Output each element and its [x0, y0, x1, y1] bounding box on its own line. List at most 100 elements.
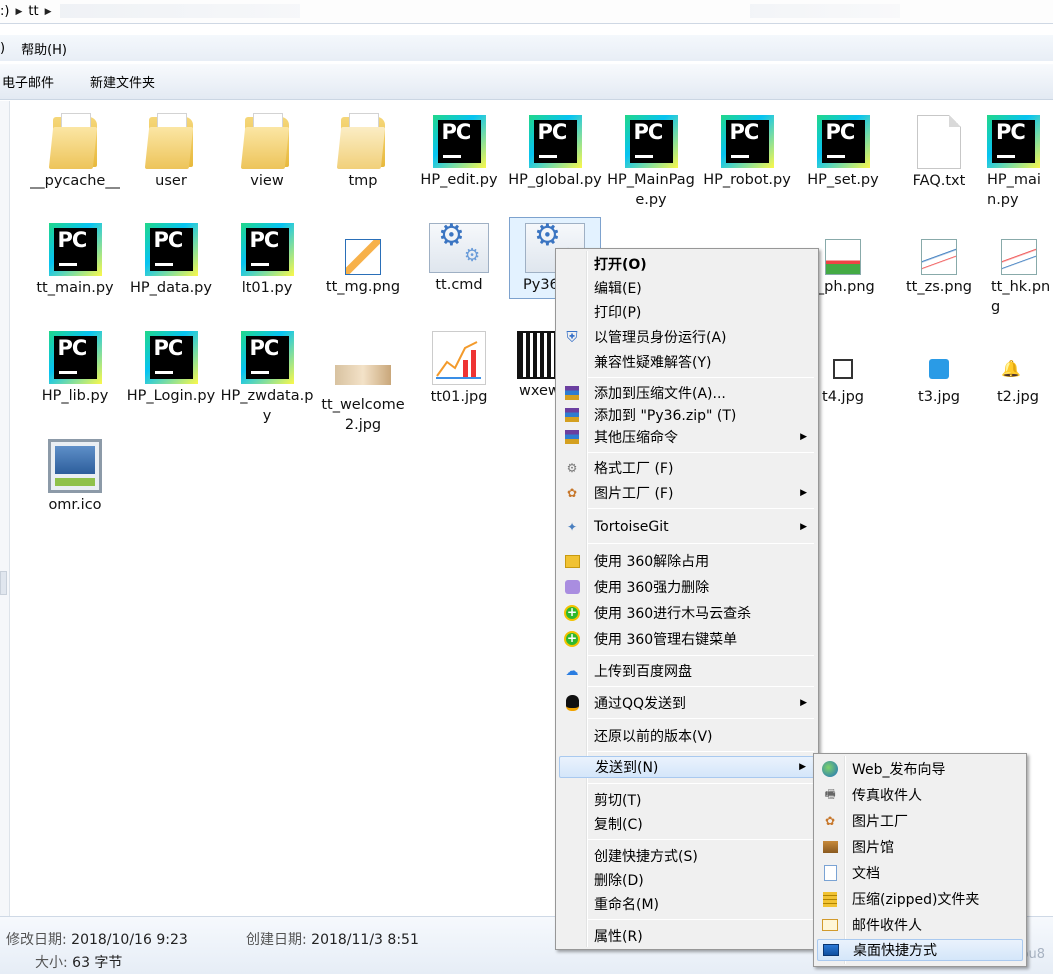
- submenu-label: 桌面快捷方式: [853, 943, 937, 959]
- menu-360-force-delete[interactable]: 使用 360强力删除: [559, 576, 815, 598]
- file-item[interactable]: tt_zs.png: [891, 223, 987, 297]
- file-item[interactable]: PC HP_edit.py: [411, 115, 507, 190]
- menu-qq[interactable]: 通过QQ发送到 ▶: [559, 692, 815, 714]
- pane-splitter-handle[interactable]: [0, 571, 7, 595]
- file-item[interactable]: tt_hk.png: [987, 223, 1053, 317]
- menu-cut[interactable]: 剪切(T): [559, 789, 815, 811]
- chevron-right-icon[interactable]: ▶: [45, 7, 52, 17]
- image-file-icon: [825, 239, 861, 275]
- file-item[interactable]: t3.jpg: [891, 331, 987, 407]
- address-drive[interactable]: :): [0, 4, 9, 19]
- file-item[interactable]: user: [123, 113, 219, 191]
- image-file-icon: [345, 239, 381, 275]
- 360-plus-icon: +: [563, 604, 581, 622]
- sendto-desktop[interactable]: 桌面快捷方式: [817, 939, 1023, 961]
- file-item[interactable]: PC HP_MainPage.py: [603, 115, 699, 210]
- menu-format-factory[interactable]: ⚙ 格式工厂 (F): [559, 457, 815, 479]
- menu-add-archive[interactable]: 添加到压缩文件(A)...: [559, 382, 815, 404]
- globe-icon: [821, 760, 839, 778]
- pycharm-icon: PC: [720, 115, 774, 168]
- file-item[interactable]: FAQ.txt: [891, 115, 987, 191]
- pycharm-icon: PC: [144, 223, 198, 276]
- address-bar[interactable]: :) ▶ tt ▶: [0, 0, 1053, 24]
- sendto-web-publish[interactable]: Web_发布向导: [817, 758, 1023, 780]
- menu-tortoisegit[interactable]: ✦ TortoiseGit ▶: [559, 516, 815, 538]
- file-item[interactable]: tt_welcome2.jpg: [315, 331, 411, 435]
- email-button[interactable]: 电子邮件: [2, 72, 54, 91]
- menu-delete[interactable]: 删除(D): [559, 869, 815, 891]
- file-name: HP_MainPage.py: [607, 172, 695, 208]
- new-folder-button[interactable]: 新建文件夹: [90, 72, 155, 91]
- menu-label: 通过QQ发送到: [594, 696, 687, 712]
- menu-other-compress[interactable]: 其他压缩命令 ▶: [559, 426, 815, 448]
- menu-shortcut[interactable]: 创建快捷方式(S): [559, 845, 815, 867]
- menu-label: 上传到百度网盘: [594, 664, 692, 680]
- sendto-picture-gallery[interactable]: 图片馆: [817, 836, 1023, 858]
- menu-picture-factory[interactable]: ✿ 图片工厂 (F) ▶: [559, 482, 815, 504]
- menu-label: 打印(P): [594, 305, 642, 321]
- file-item[interactable]: __pycache__: [27, 113, 123, 191]
- menu-add-zip[interactable]: 添加到 "Py36.zip" (T): [559, 404, 815, 426]
- pycharm-icon: PC: [432, 115, 486, 168]
- menu-separator: [588, 655, 814, 656]
- menu-compat[interactable]: 兼容性疑难解答(Y): [559, 351, 815, 373]
- modified-label: 修改日期:: [6, 932, 67, 948]
- file-item[interactable]: tt_mg.png: [315, 223, 411, 297]
- file-item[interactable]: tt01.jpg: [411, 331, 507, 407]
- file-item[interactable]: PC HP_lib.py: [27, 331, 123, 406]
- menu-separator: [588, 783, 814, 784]
- file-item[interactable]: 🔔 t2.jpg: [987, 331, 1053, 407]
- menu-restore[interactable]: 还原以前的版本(V): [559, 725, 815, 747]
- file-item[interactable]: PC HP_global.py: [507, 115, 603, 190]
- menu-baidu[interactable]: ☁ 上传到百度网盘: [559, 660, 815, 682]
- folder-icon: [48, 113, 99, 169]
- winrar-icon: [563, 428, 581, 446]
- file-item[interactable]: tmp: [315, 113, 411, 191]
- menu-rename[interactable]: 重命名(M): [559, 893, 815, 915]
- file-item[interactable]: PC HP_main.py: [987, 115, 1053, 210]
- menu-run-as-admin[interactable]: ⛨ 以管理员身份运行(A): [559, 326, 815, 348]
- sendto-zip[interactable]: 压缩(zipped)文件夹: [817, 888, 1023, 910]
- file-item[interactable]: ⚙ ⚙ tt.cmd: [411, 221, 507, 295]
- file-item[interactable]: omr.ico: [27, 439, 123, 515]
- file-item[interactable]: PC HP_zwdata.py: [219, 331, 315, 426]
- menu-open[interactable]: 打开(O): [559, 253, 815, 275]
- gallery-icon: [821, 838, 839, 856]
- image-file-icon: [833, 359, 853, 379]
- menu-send-to[interactable]: 发送到(N) ▶: [559, 756, 815, 778]
- file-item[interactable]: PC HP_robot.py: [699, 115, 795, 190]
- menu-fragment[interactable]: ): [0, 41, 9, 56]
- menu-label: 发送到(N): [595, 760, 659, 776]
- menu-help[interactable]: 帮助(H): [17, 39, 71, 58]
- menu-label: 剪切(T): [594, 793, 642, 809]
- file-item[interactable]: PC HP_set.py: [795, 115, 891, 190]
- menu-copy[interactable]: 复制(C): [559, 813, 815, 835]
- chevron-right-icon[interactable]: ▶: [15, 7, 22, 17]
- sendto-fax[interactable]: 🖷 传真收件人: [817, 784, 1023, 806]
- menu-360-manage[interactable]: + 使用 360管理右键菜单: [559, 628, 815, 650]
- address-folder[interactable]: tt: [28, 4, 38, 19]
- file-name: HP_robot.py: [703, 172, 791, 188]
- sendto-picture-factory[interactable]: ✿ 图片工厂: [817, 810, 1023, 832]
- submenu-label: 图片工厂: [852, 814, 908, 830]
- submenu-label: 邮件收件人: [852, 918, 922, 934]
- sendto-mail[interactable]: 邮件收件人: [817, 914, 1023, 936]
- desktop-icon: [822, 941, 840, 959]
- 360-plus-icon: +: [563, 630, 581, 648]
- pycharm-icon: PC: [240, 223, 294, 276]
- menu-print[interactable]: 打印(P): [559, 301, 815, 323]
- file-item[interactable]: view: [219, 113, 315, 191]
- menu-360-scan[interactable]: + 使用 360进行木马云查杀: [559, 602, 815, 624]
- file-name: tt_main.py: [36, 280, 114, 296]
- menu-edit[interactable]: 编辑(E): [559, 277, 815, 299]
- menu-360-unlock[interactable]: 使用 360解除占用: [559, 550, 815, 572]
- file-item[interactable]: PC lt01.py: [219, 223, 315, 298]
- sendto-documents[interactable]: 文档: [817, 862, 1023, 884]
- file-item[interactable]: PC tt_main.py: [27, 223, 123, 298]
- fax-icon: 🖷: [824, 786, 836, 801]
- menu-label: 使用 360解除占用: [594, 554, 710, 570]
- file-item[interactable]: PC HP_Login.py: [123, 331, 219, 406]
- file-item[interactable]: PC HP_data.py: [123, 223, 219, 298]
- menu-properties[interactable]: 属性(R): [559, 925, 815, 947]
- navigation-pane-edge: [0, 101, 10, 916]
